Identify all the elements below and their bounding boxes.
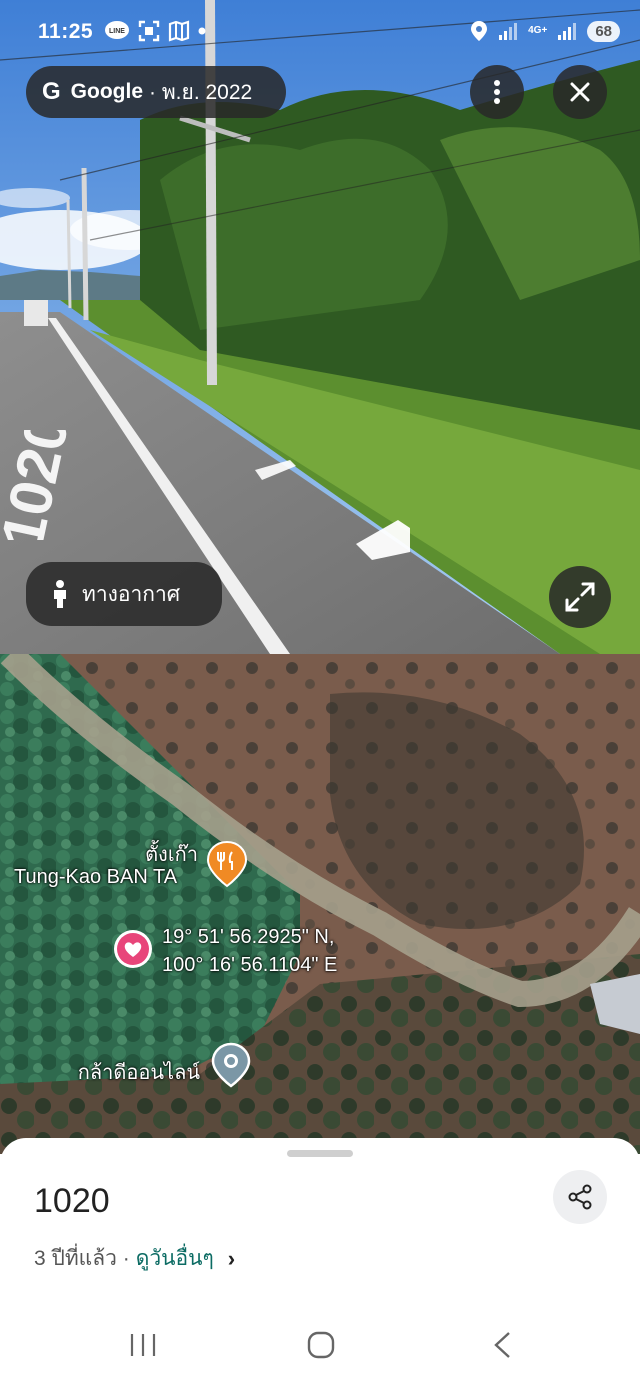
- satellite-map[interactable]: ตั้งเก๊า Tung-Kao BAN TA 19° 51' 56.2925…: [0, 654, 640, 1154]
- status-notification-icons: LINE: [104, 20, 206, 42]
- share-icon: [568, 1184, 592, 1210]
- svg-text:LINE: LINE: [109, 28, 125, 35]
- chevron-right-icon[interactable]: ›: [228, 1246, 235, 1272]
- dropped-pin-heart-icon[interactable]: [112, 928, 154, 970]
- see-other-dates-link[interactable]: ดูวันอื่นๆ: [136, 1242, 214, 1275]
- location-icon: [471, 21, 488, 41]
- svg-text:1020: 1020: [0, 430, 81, 540]
- battery-level: 68: [587, 20, 620, 42]
- place-pin-icon[interactable]: [211, 1042, 251, 1088]
- pegman-icon: [54, 580, 66, 608]
- recent-apps-icon[interactable]: [128, 1330, 158, 1360]
- system-navigation-bar: [0, 1320, 640, 1386]
- expand-button[interactable]: [549, 566, 611, 628]
- maps-notification-icon: [168, 20, 190, 42]
- notification-dot-icon: [198, 27, 206, 35]
- street-view-panel[interactable]: 11:25 LINE 4G+ 68 G Google · พ.ย. 2022 1…: [0, 0, 640, 654]
- road-marking-number: 1020: [0, 430, 81, 540]
- road-title: 1020: [34, 1182, 110, 1220]
- back-icon[interactable]: [488, 1330, 518, 1360]
- close-icon: [570, 82, 590, 102]
- google-brand: Google: [70, 80, 144, 103]
- status-time: 11:25: [38, 20, 94, 43]
- more-options-button[interactable]: [470, 65, 524, 119]
- screenshot-icon: [138, 20, 160, 42]
- network-type: 4G+: [528, 25, 548, 36]
- imagery-info: 3 ปีที่แล้ว · ดูวันอื่นๆ ›: [34, 1242, 235, 1275]
- more-vert-icon: [494, 80, 500, 104]
- line-app-icon: LINE: [105, 21, 129, 39]
- imagery-date: · พ.ย. 2022: [149, 80, 253, 104]
- coordinate-longitude: 100° 16' 56.1104" E: [162, 954, 338, 976]
- aerial-view-toggle[interactable]: ทางอากาศ: [26, 562, 222, 626]
- share-button[interactable]: [553, 1170, 607, 1224]
- aerial-view-label: ทางอากาศ: [82, 582, 181, 606]
- place-label-english[interactable]: Tung-Kao BAN TA: [14, 866, 177, 889]
- status-system-icons: 4G+ 68: [470, 20, 620, 42]
- restaurant-pin-icon[interactable]: [206, 840, 248, 888]
- bottom-sheet[interactable]: 1020 3 ปีที่แล้ว · ดูวันอื่นๆ ›: [0, 1138, 640, 1386]
- home-icon[interactable]: [306, 1330, 336, 1360]
- signal-icon-2: [558, 23, 577, 40]
- place-label-2[interactable]: กล้าดีออนไลน์: [78, 1056, 200, 1088]
- google-logo-icon: G: [42, 78, 61, 105]
- imagery-age: 3 ปีที่แล้ว ·: [34, 1247, 130, 1270]
- signal-icon: [499, 23, 518, 40]
- coordinate-latitude: 19° 51' 56.2925" N,: [162, 926, 335, 948]
- status-bar: 11:25 LINE 4G+ 68: [0, 0, 640, 66]
- expand-icon: [565, 582, 595, 612]
- drag-handle[interactable]: [287, 1150, 353, 1157]
- close-button[interactable]: [553, 65, 607, 119]
- imagery-date-chip[interactable]: G Google · พ.ย. 2022: [26, 66, 286, 118]
